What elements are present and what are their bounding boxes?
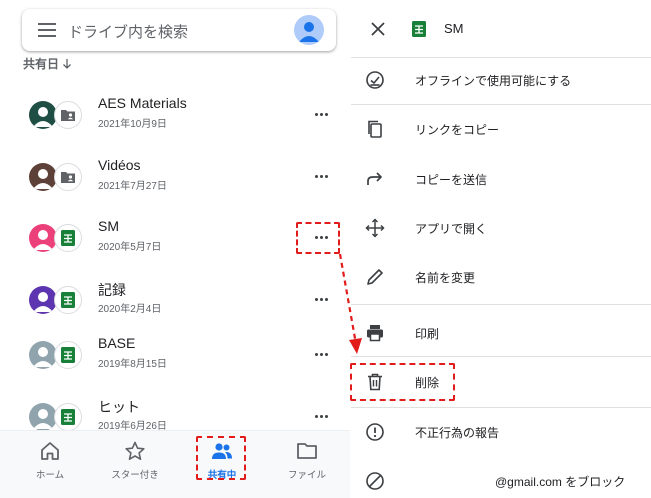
folder-icon [297,443,317,459]
file-name: AES Materials [98,95,187,111]
sort-label: 共有日 [23,57,60,71]
file-row[interactable]: AES Materials 2021年10月9日 [0,95,350,157]
file-name: BASE [98,335,136,351]
nav-starred[interactable]: スター付き [100,441,170,483]
person-icon [33,292,53,312]
arrow-down-icon [63,58,71,69]
owner-avatar [29,403,57,431]
file-name: ヒット [98,399,140,415]
person-icon [33,107,53,127]
report-icon [366,423,384,441]
action-open-with[interactable]: アプリで開く [351,204,651,252]
more-options-button[interactable] [310,346,332,362]
annotation-arrow [338,253,362,354]
divider [351,356,651,357]
copy-icon [368,120,382,138]
file-name: SM [98,218,119,234]
person-icon [33,347,53,367]
sheet-title: SM [444,21,464,36]
action-block-user[interactable]: @gmail.com をブロック [351,457,651,498]
action-report-abuse[interactable]: 不正行為の報告 [351,408,651,456]
more-options-button[interactable] [310,408,332,424]
file-date: 2021年10月9日 [98,119,167,130]
sheets-icon [54,403,82,431]
home-icon [41,442,59,460]
highlight-shared-tab [196,436,246,480]
more-options-button[interactable] [310,168,332,184]
nav-files[interactable]: ファイル [272,441,342,483]
offline-check-icon [366,71,384,89]
sheets-icon [54,224,82,252]
person-icon [33,169,53,189]
file-date: 2021年7月27日 [98,181,167,192]
nav-label: ホーム [35,470,65,481]
owner-avatar [29,163,57,191]
sheets-icon [412,21,426,37]
hamburger-menu-icon[interactable] [38,23,56,37]
action-label: 印刷 [415,327,440,341]
action-print[interactable]: 印刷 [351,309,651,357]
action-label: 不正行為の報告 [415,426,500,440]
sort-toggle[interactable]: 共有日 [23,55,72,72]
action-send-copy[interactable]: コピーを送信 [351,155,651,203]
file-name: Vidéos [98,157,141,173]
action-rename[interactable]: 名前を変更 [351,253,651,301]
more-options-button[interactable] [310,106,332,122]
shared-folder-icon [54,101,82,129]
more-options-button[interactable] [310,291,332,307]
account-avatar[interactable] [294,15,324,45]
owner-avatar [29,341,57,369]
file-date: 2020年2月4日 [98,304,162,315]
star-icon [125,441,145,460]
highlight-delete-action [350,363,455,401]
action-label: アプリで開く [415,222,488,236]
search-bar[interactable]: ドライブ内を検索 [22,9,336,51]
file-row[interactable]: BASE 2019年8月15日 [0,335,350,397]
action-label: オフラインで使用可能にする [415,74,572,88]
nav-home[interactable]: ホーム [15,441,85,483]
nav-label: スター付き [111,470,159,481]
shared-folder-icon [54,163,82,191]
sheet-header: SM [351,0,651,58]
owner-avatar [29,101,57,129]
person-icon [299,22,319,42]
file-date: 2020年5月7日 [98,242,162,253]
nav-label: ファイル [287,470,326,481]
sheets-icon [54,341,82,369]
file-action-sheet: SM オフラインで使用可能にする リンクをコピー コピーを送信 アプリで開く 名… [351,0,651,498]
owner-avatar [29,224,57,252]
move-arrows-icon [365,218,385,238]
owner-avatar [29,286,57,314]
action-copy-link[interactable]: リンクをコピー [351,105,651,153]
person-icon [33,409,53,429]
file-row[interactable]: Vidéos 2021年7月27日 [0,157,350,219]
file-row[interactable]: 記録 2020年2月4日 [0,282,350,342]
action-label: リンクをコピー [415,123,500,137]
block-icon [366,472,384,490]
action-make-offline[interactable]: オフラインで使用可能にする [351,56,651,104]
action-label: コピーを送信 [415,173,488,187]
share-arrow-icon [367,172,382,185]
close-icon[interactable] [370,21,386,37]
action-label: 名前を変更 [415,271,476,285]
search-input[interactable]: ドライブ内を検索 [68,21,188,42]
divider [351,304,651,305]
bottom-navigation: ホーム スター付き 共有中 ファイル [0,430,350,498]
action-label: @gmail.com をブロック [495,475,626,489]
file-date: 2019年8月15日 [98,359,167,370]
sheets-icon [54,286,82,314]
file-name: 記録 [98,282,126,298]
person-icon [33,230,53,250]
